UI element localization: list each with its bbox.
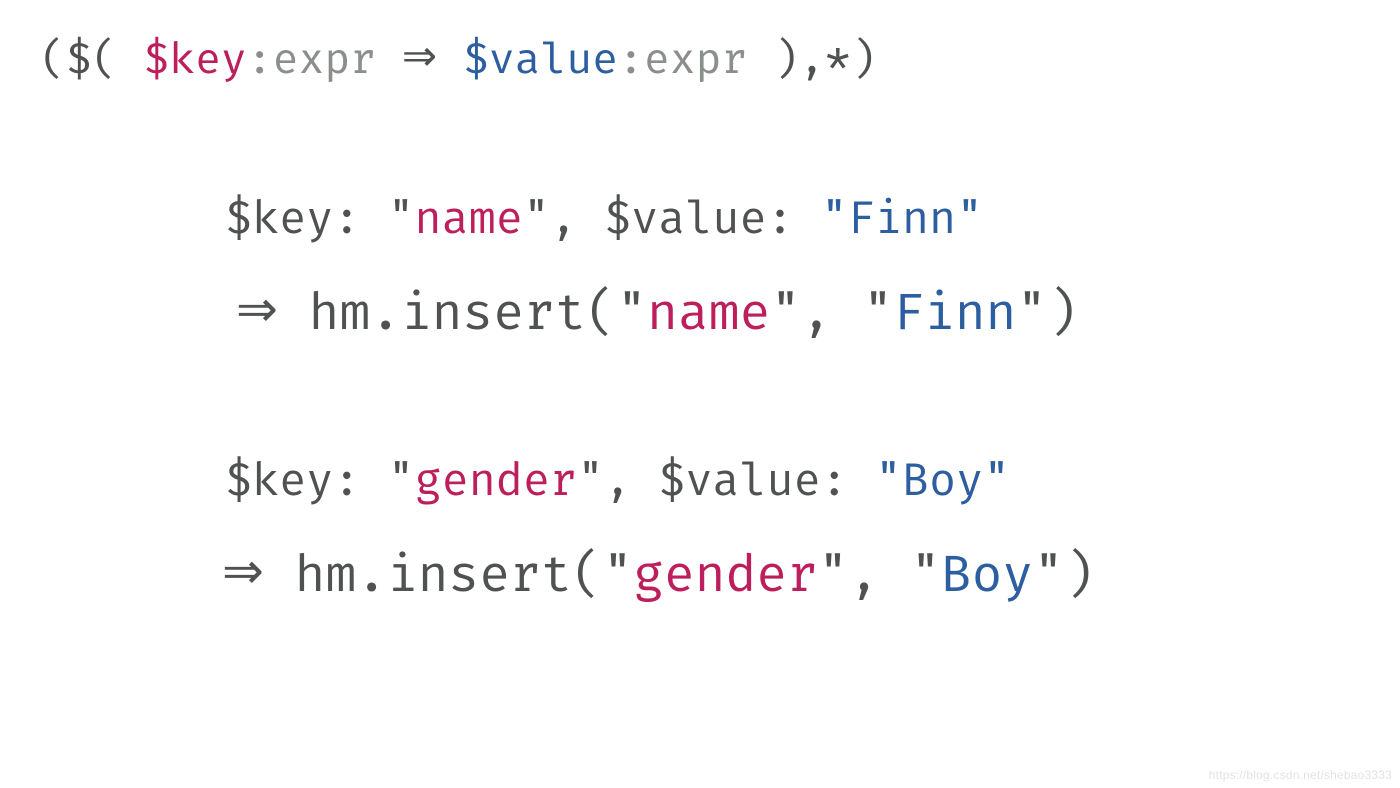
ex2-call-val-inner: Boy <box>941 546 1033 607</box>
ex2-value: "Boy" <box>875 454 1010 509</box>
macro-pattern: ($( $key:expr ⇒ $value:expr ),*) <box>40 38 877 81</box>
watermark: https://blog.csdn.net/shebao3333 <box>1209 768 1392 782</box>
ex2-call-key-qo: " <box>602 546 633 607</box>
pattern-mid-space-2 <box>437 34 463 86</box>
ex1-key-inner: name <box>415 192 523 247</box>
pattern-colon-1: : <box>247 34 273 86</box>
ex1-key-quote-close: " <box>523 192 550 247</box>
ex2-call-pre: hm.insert( <box>264 546 602 607</box>
example2-binding: $key: "gender", $value: "Boy" <box>225 460 1010 504</box>
ex2-mid: , $value: <box>604 454 875 509</box>
ex1-key-label: $key: <box>225 192 387 247</box>
example2-result: ⇒ hm.insert("gender", "Boy") <box>222 549 1095 602</box>
implies-icon: ⇒ <box>222 546 264 596</box>
ex2-call-val-qc: " <box>1033 546 1064 607</box>
ex2-key-quote-close: " <box>577 454 604 509</box>
ex2-call-key-qc: " <box>818 546 849 607</box>
implies-icon: ⇒ <box>236 284 278 334</box>
pattern-close: ),*) <box>747 34 876 86</box>
ex1-call-val-qc: " <box>1016 284 1047 345</box>
ex1-value: "Finn" <box>821 192 983 247</box>
ex1-call-key-qc: " <box>770 284 801 345</box>
pattern-open: ($( <box>40 34 143 86</box>
ex1-call-pre: hm.insert( <box>278 284 616 345</box>
pattern-colon-2: : <box>618 34 644 86</box>
ex1-call-val-inner: Finn <box>893 284 1016 345</box>
ex2-call-close: ) <box>1064 546 1095 607</box>
ex1-call-close: ) <box>1047 284 1078 345</box>
ex1-call-comma: , <box>801 284 863 345</box>
ex2-call-key-inner: gender <box>633 546 818 607</box>
example1-result: ⇒ hm.insert("name", "Finn") <box>236 287 1078 340</box>
ex2-key-label: $key: <box>225 454 387 509</box>
pattern-value-var: $value <box>463 34 618 86</box>
ex2-key-inner: gender <box>415 454 577 509</box>
slide: ($( $key:expr ⇒ $value:expr ),*) $key: "… <box>0 0 1400 788</box>
pattern-key-var: $key <box>143 34 246 86</box>
example1-binding: $key: "name", $value: "Finn" <box>225 198 983 242</box>
ex1-key-quote-open: " <box>387 192 414 247</box>
ex1-call-key-qo: " <box>616 284 647 345</box>
ex2-key-quote-open: " <box>387 454 414 509</box>
pattern-expr-1: expr <box>273 34 376 86</box>
pattern-expr-2: expr <box>644 34 747 86</box>
ex1-call-key-inner: name <box>647 284 770 345</box>
ex1-mid: , $value: <box>550 192 821 247</box>
ex1-call-val-qo: " <box>863 284 894 345</box>
pattern-mid-space-1 <box>376 34 402 86</box>
ex2-call-comma: , <box>849 546 911 607</box>
double-arrow-icon: ⇒ <box>402 35 437 77</box>
ex2-call-val-qo: " <box>910 546 941 607</box>
